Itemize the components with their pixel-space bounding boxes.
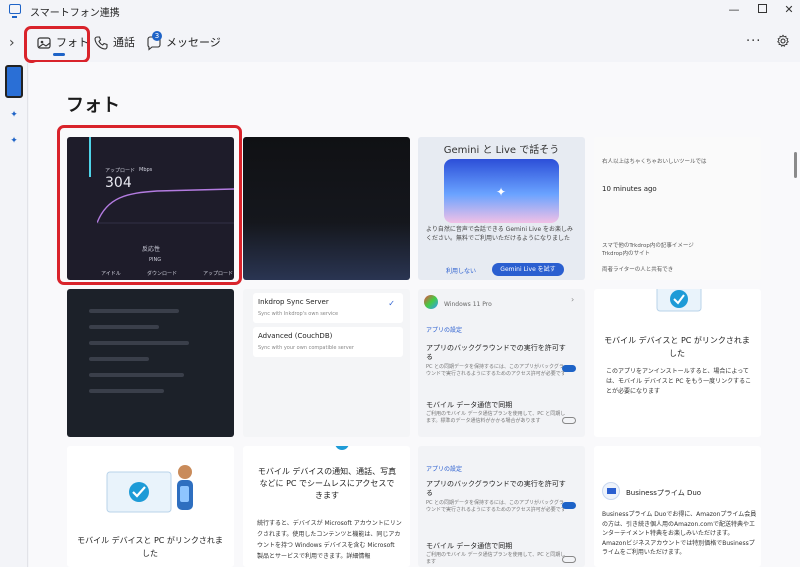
setting-background: アプリのバックグラウンドでの実行を許可する <box>426 344 566 361</box>
photo-tile-linked[interactable]: モバイル デバイスと PC がリンクされました このアプリをアンインストールする… <box>594 289 761 437</box>
laptop-person-illustration <box>106 465 193 513</box>
option-1-title: Inkdrop Sync Server <box>258 298 329 306</box>
toggle-off <box>562 417 576 424</box>
photo-tile-chat[interactable]: 右人以上はちゃくちゃおいしいツールでは 10 minutes ago スマで他の… <box>594 137 761 280</box>
notice-heading: モバイル デバイスの通知、通話、写真などに PC でシームレスにアクセスできます <box>257 467 397 500</box>
chevron-right-icon[interactable]: › <box>9 35 15 51</box>
option-sync-server: Inkdrop Sync Server Sync with Inkdrop's … <box>253 293 403 323</box>
maximize-icon <box>757 4 767 13</box>
more-options-button[interactable]: ··· <box>746 34 761 49</box>
title-bar: スマートフォン連携 — ✕ <box>0 0 800 22</box>
gemini-decline-button: 利用しない <box>446 268 477 275</box>
rail-pin-icon[interactable]: ✦ <box>9 136 19 146</box>
scrollbar[interactable] <box>794 152 797 178</box>
tab-messages-label: メッセージ <box>166 36 221 49</box>
amazon-brand: Businessプライム Duo <box>626 489 702 497</box>
option-couchdb: Advanced (CouchDB) Sync with your own co… <box>253 327 403 357</box>
maximize-button[interactable] <box>752 2 772 18</box>
gear-icon[interactable] <box>776 34 790 48</box>
setting-background-sub: PC との同期データを保持するには、このアプリがバックグラウンドで実行されるよう… <box>426 364 566 377</box>
phone-icon <box>94 36 108 50</box>
blurred-text <box>89 373 184 377</box>
tab-highlight-annotation <box>24 26 90 63</box>
card-icon <box>607 488 616 494</box>
tab-calls[interactable]: 通話 <box>93 34 135 52</box>
photo-tile-notice[interactable]: モバイル デバイスの通知、通話、写真などに PC でシームレスにアクセスできます… <box>243 446 410 567</box>
chat-line-4: 両者ライターの人と共有でき <box>602 267 674 273</box>
setting-mobile-data-sub: ご利用のモバイル データ通信プランを使用して、PC と同期します。標準のデータ通… <box>426 411 566 424</box>
photo-tile-gemini[interactable]: Gemini と Live で話そう ✦ より自然に音声で会話できる Gemin… <box>418 137 585 280</box>
option-2-sub: Sync with your own compatible server <box>258 345 354 351</box>
photo-tile-settings-1[interactable]: Windows 11 Pro › アプリの設定 アプリのバックグラウンドでの実行… <box>418 289 585 437</box>
rail-add-icon[interactable]: ✦ <box>9 110 19 120</box>
blurred-text <box>89 341 189 345</box>
chat-line-1: 右人以上はちゃくちゃおいしいツールでは <box>602 159 707 165</box>
photo-tile-inkdrop[interactable]: Inkdrop Sync Server Sync with Inkdrop's … <box>243 289 410 437</box>
message-count-badge: 3 <box>152 31 162 41</box>
option-2-title: Advanced (CouchDB) <box>258 332 333 340</box>
toggle-on <box>562 365 576 372</box>
blurred-text <box>89 389 164 393</box>
linked-message-2: モバイル デバイスと PC がリンクされました <box>77 536 223 558</box>
setting-background-sub-2: PC との同期データを保持するには、このアプリがバックグラウンドで実行されるよう… <box>426 500 566 513</box>
photo-tile-blurred[interactable] <box>67 289 234 437</box>
gemini-title: Gemini と Live で話そう <box>443 145 560 156</box>
linked-subtext: このアプリをアンインストールすると、場合によっては、モバイル デバイスと PC … <box>606 368 752 395</box>
option-1-sub: Sync with Inkdrop's own service <box>258 311 339 317</box>
chat-line-2: スマで他のTrkdrop内の記事イメージ <box>602 243 694 249</box>
blurred-text <box>89 309 179 313</box>
laptop-check-illustration <box>656 289 702 312</box>
sparkle-icon: ✦ <box>496 185 507 199</box>
tab-calls-label: 通話 <box>113 36 135 49</box>
setting-mobile-data: モバイル データ通信で同期 <box>426 401 513 409</box>
window-title: スマートフォン連携 <box>30 8 120 19</box>
linked-message: モバイル デバイスと PC がリンクされました <box>604 336 750 358</box>
setting-mobile-data-2: モバイル データ通信で同期 <box>426 542 513 550</box>
page-title: フォト <box>66 95 120 116</box>
gemini-graphic: ✦ <box>444 159 559 223</box>
chat-line-3: Trkdrop内のサイト <box>602 251 650 257</box>
windows-logo <box>424 295 438 309</box>
checkmark-icon: ✓ <box>388 299 395 308</box>
phone-device-thumbnail[interactable] <box>5 65 23 98</box>
chat-time: 10 minutes ago <box>602 185 657 193</box>
blurred-text <box>89 357 149 361</box>
nav-bar: › フォト 通話 メッセージ 3 ··· <box>0 22 800 62</box>
photo-tile-settings-2[interactable]: アプリの設定 アプリのバックグラウンドでの実行を許可する PC との同期データを… <box>418 446 585 567</box>
toggle-on-2 <box>562 502 576 509</box>
minimize-button[interactable]: — <box>724 2 744 18</box>
notice-body: 続行すると、デバイスが Microsoft アカウントにリンクされます。使用した… <box>257 520 402 560</box>
photo-tile-amazon[interactable]: Businessプライム Duo Businessプライム Duoでお得に、Am… <box>594 446 761 567</box>
setting-mobile-data-sub-2: ご利用のモバイル データ通信プランを使用して、PC と同期します <box>426 552 566 565</box>
photo-tile-dark[interactable] <box>243 137 410 280</box>
amazon-body: Businessプライム Duoでお得に、Amazonプライム会員の方は、引き続… <box>602 511 757 556</box>
photo-highlight-annotation <box>57 125 242 285</box>
section-title: アプリの設定 <box>426 327 463 334</box>
chevron-right-icon: › <box>571 295 575 304</box>
illustration-fragment <box>335 446 349 450</box>
toggle-off-2 <box>562 556 576 563</box>
gemini-body: より自然に音声で会話できる Gemini Live をお楽しみください。無料でご… <box>426 226 574 242</box>
device-rail: ✦ ✦ <box>0 62 28 567</box>
close-button[interactable]: ✕ <box>779 2 799 18</box>
photo-tile-linked-2[interactable]: モバイル デバイスと PC がリンクされました <box>67 446 234 567</box>
gemini-try-button: Gemini Live を試す <box>492 263 564 276</box>
blurred-text <box>89 325 159 329</box>
device-name: Windows 11 Pro <box>444 301 492 308</box>
amazon-business-icon <box>602 482 620 500</box>
section-title-2: アプリの設定 <box>426 466 463 473</box>
setting-background-2: アプリのバックグラウンドでの実行を許可する <box>426 480 566 497</box>
app-icon <box>9 4 21 18</box>
